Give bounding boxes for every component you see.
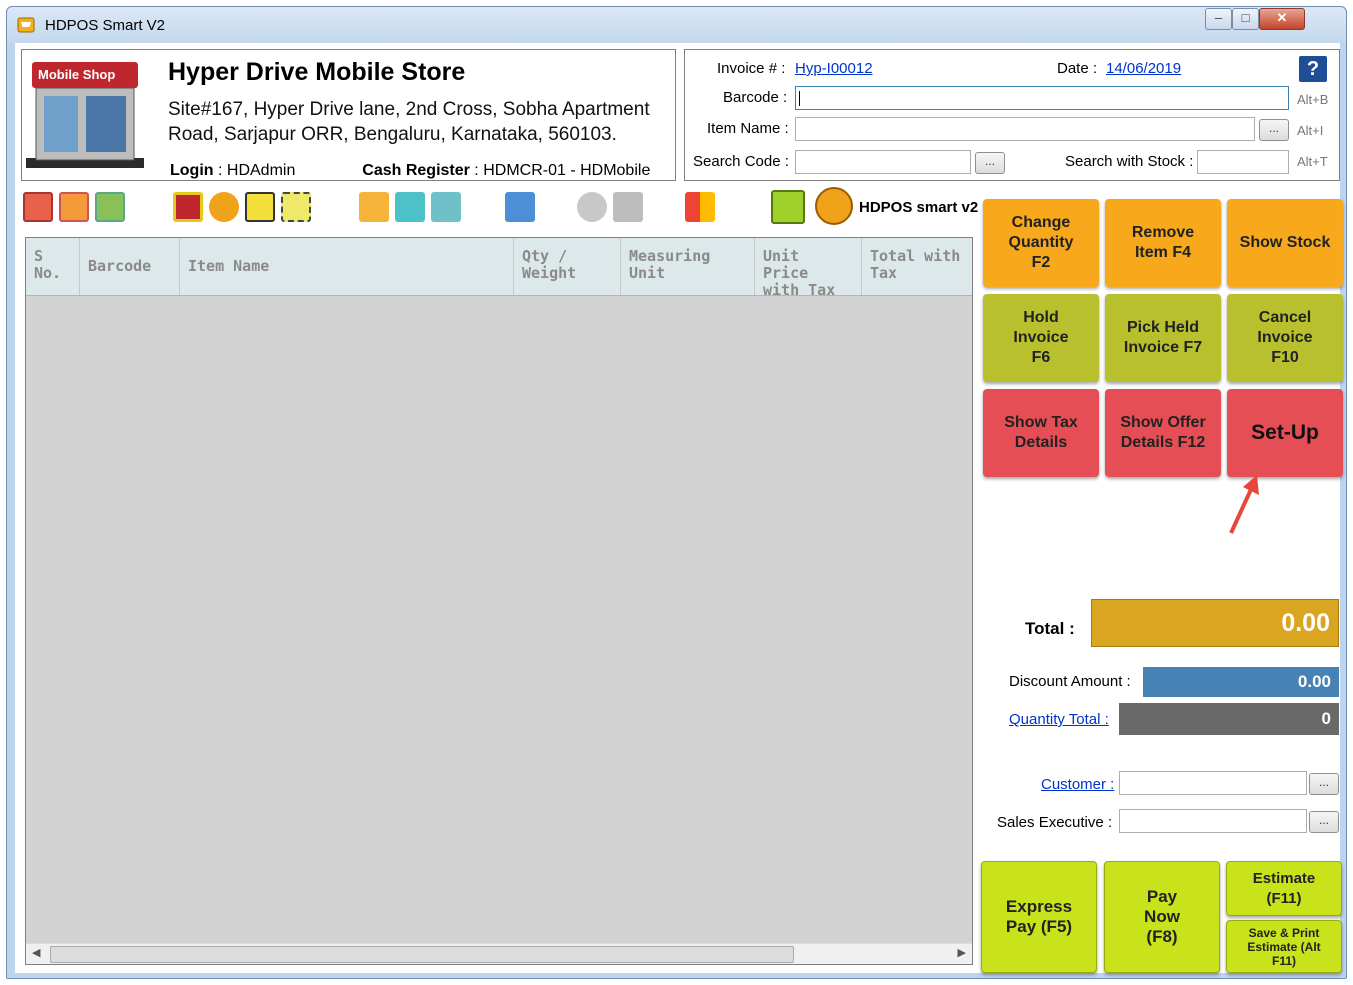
search-stock-input[interactable] — [1197, 150, 1289, 174]
setup-button[interactable]: Set-Up — [1227, 389, 1343, 477]
toolbar: HDPOS smart v2 — [15, 185, 979, 233]
download-icon[interactable] — [431, 192, 461, 222]
store-name: Hyper Drive Mobile Store — [168, 58, 466, 86]
scroll-thumb[interactable] — [50, 946, 794, 963]
register-value: HDMCR-01 - HDMobile — [483, 162, 651, 179]
total-value: 0.00 — [1091, 599, 1339, 647]
cart-add-icon[interactable] — [395, 192, 425, 222]
search-code-input[interactable] — [795, 150, 971, 174]
edit-icon[interactable] — [359, 192, 389, 222]
search-code-label: Search Code : — [693, 153, 789, 170]
sales-report-icon[interactable] — [59, 192, 89, 222]
save-print-estimate-button[interactable]: Save & Print Estimate (Alt F11) — [1226, 920, 1342, 973]
pay-now-button[interactable]: Pay Now (F8) — [1104, 861, 1220, 973]
search-stock-label: Search with Stock : — [1065, 153, 1194, 170]
register-label: Cash Register — [362, 162, 470, 179]
store-address: Site#167, Hyper Drive lane, 2nd Cross, S… — [168, 99, 650, 145]
sales-executive-browse-button[interactable]: ... — [1309, 811, 1339, 833]
coupon-icon[interactable] — [209, 192, 239, 222]
close-button[interactable]: ✕ — [1259, 8, 1305, 30]
item-name-label: Item Name : — [707, 120, 789, 137]
report-icon[interactable] — [23, 192, 53, 222]
show-stock-button[interactable]: Show Stock — [1227, 199, 1343, 287]
col-sno[interactable]: S No. — [26, 238, 80, 295]
customer-input[interactable] — [1119, 771, 1307, 795]
title-bar: HDPOS Smart V2 – □ ✕ — [7, 7, 1346, 43]
customer-link[interactable]: Customer : — [1041, 776, 1114, 793]
estimate-button[interactable]: Estimate (F11) — [1226, 861, 1342, 916]
show-offer-details-button[interactable]: Show Offer Details F12 — [1105, 389, 1221, 477]
discount-label: Discount Amount : — [1009, 673, 1131, 690]
quantity-total-link[interactable]: Quantity Total : — [1009, 711, 1109, 728]
store-panel: Mobile Shop Hyper Drive Mobile Store Sit… — [21, 49, 676, 181]
cancel-invoice-button[interactable]: Cancel Invoice F10 — [1227, 294, 1343, 382]
sales-executive-input[interactable] — [1119, 809, 1307, 833]
total-label: Total : — [1025, 619, 1075, 638]
scroll-right-icon[interactable]: ▶ — [958, 946, 966, 959]
pos-window: HDPOS Smart V2 – □ ✕ Mobile Shop Hyper D… — [6, 6, 1347, 979]
brand-label: HDPOS smart v2 — [859, 199, 979, 216]
item-name-browse-button[interactable]: ... — [1259, 119, 1289, 141]
setup-arrow-icon — [1229, 475, 1259, 534]
help-icon[interactable]: ? — [1299, 56, 1327, 82]
customer-browse-button[interactable]: ... — [1309, 773, 1339, 795]
login-row: Login : HDAdmin Cash Register : HDMCR-01… — [170, 162, 651, 179]
item-grid[interactable]: S No. Barcode Item Name Qty / Weight Mea… — [25, 237, 973, 965]
col-barcode[interactable]: Barcode — [80, 238, 180, 295]
minimize-button[interactable]: – — [1205, 8, 1232, 30]
window-title: HDPOS Smart V2 — [45, 17, 166, 34]
cut-icon[interactable] — [281, 192, 311, 222]
barcode-hint: Alt+B — [1297, 92, 1329, 107]
cart-icon — [17, 17, 35, 33]
hold-invoice-button[interactable]: Hold Invoice F6 — [983, 294, 1099, 382]
item-name-hint: Alt+I — [1297, 123, 1324, 138]
invoice-label: Invoice # : — [717, 60, 786, 77]
invoice-number-link[interactable]: Hyp-I00012 — [795, 60, 873, 77]
client-area: Mobile Shop Hyper Drive Mobile Store Sit… — [15, 43, 1343, 973]
hdpos-cart-icon[interactable] — [815, 187, 853, 225]
approve-icon — [577, 192, 607, 222]
date-label: Date : — [1057, 60, 1098, 77]
grid-icon[interactable] — [685, 192, 715, 222]
col-item-name[interactable]: Item Name — [180, 238, 514, 295]
col-total[interactable]: Total with Tax — [862, 238, 972, 295]
quantity-total-value: 0 — [1119, 703, 1339, 735]
barcode-input[interactable] — [795, 86, 1289, 110]
discount-value: 0.00 — [1143, 667, 1339, 697]
gift-icon[interactable] — [173, 192, 203, 222]
cash-icon[interactable] — [505, 192, 535, 222]
settings-icon[interactable] — [771, 190, 805, 224]
col-qty[interactable]: Qty / Weight — [514, 238, 621, 295]
search-code-browse-button[interactable]: ... — [975, 152, 1005, 174]
date-link[interactable]: 14/06/2019 — [1106, 60, 1181, 77]
login-label: Login — [170, 162, 214, 179]
grid-header: S No. Barcode Item Name Qty / Weight Mea… — [26, 238, 972, 299]
change-quantity-button[interactable]: Change Quantity F2 — [983, 199, 1099, 287]
remove-item-button[interactable]: Remove Item F4 — [1105, 199, 1221, 287]
sales-executive-label: Sales Executive : — [997, 814, 1113, 831]
invoice-panel: Invoice # : Hyp-I00012 Date : 14/06/2019… — [684, 49, 1340, 181]
item-name-input[interactable] — [795, 117, 1255, 141]
show-tax-details-button[interactable]: Show Tax Details — [983, 389, 1099, 477]
maximize-button[interactable]: □ — [1232, 8, 1259, 30]
refresh-icon[interactable] — [245, 192, 275, 222]
logo-text: Mobile Shop — [38, 67, 115, 82]
pick-held-invoice-button[interactable]: Pick Held Invoice F7 — [1105, 294, 1221, 382]
scroll-left-icon[interactable]: ◀ — [32, 946, 40, 959]
return-report-icon[interactable] — [95, 192, 125, 222]
search-stock-hint: Alt+T — [1297, 154, 1328, 169]
express-pay-button[interactable]: Express Pay (F5) — [981, 861, 1097, 973]
barcode-label: Barcode : — [723, 89, 788, 106]
login-value: HDAdmin — [226, 162, 296, 179]
col-unit[interactable]: Measuring Unit — [621, 238, 755, 295]
store-logo: Mobile Shop — [26, 62, 144, 168]
col-unit-price[interactable]: Unit Price with Tax — [755, 238, 862, 299]
reject-icon — [613, 192, 643, 222]
horizontal-scrollbar[interactable]: ◀ ▶ — [26, 943, 972, 964]
